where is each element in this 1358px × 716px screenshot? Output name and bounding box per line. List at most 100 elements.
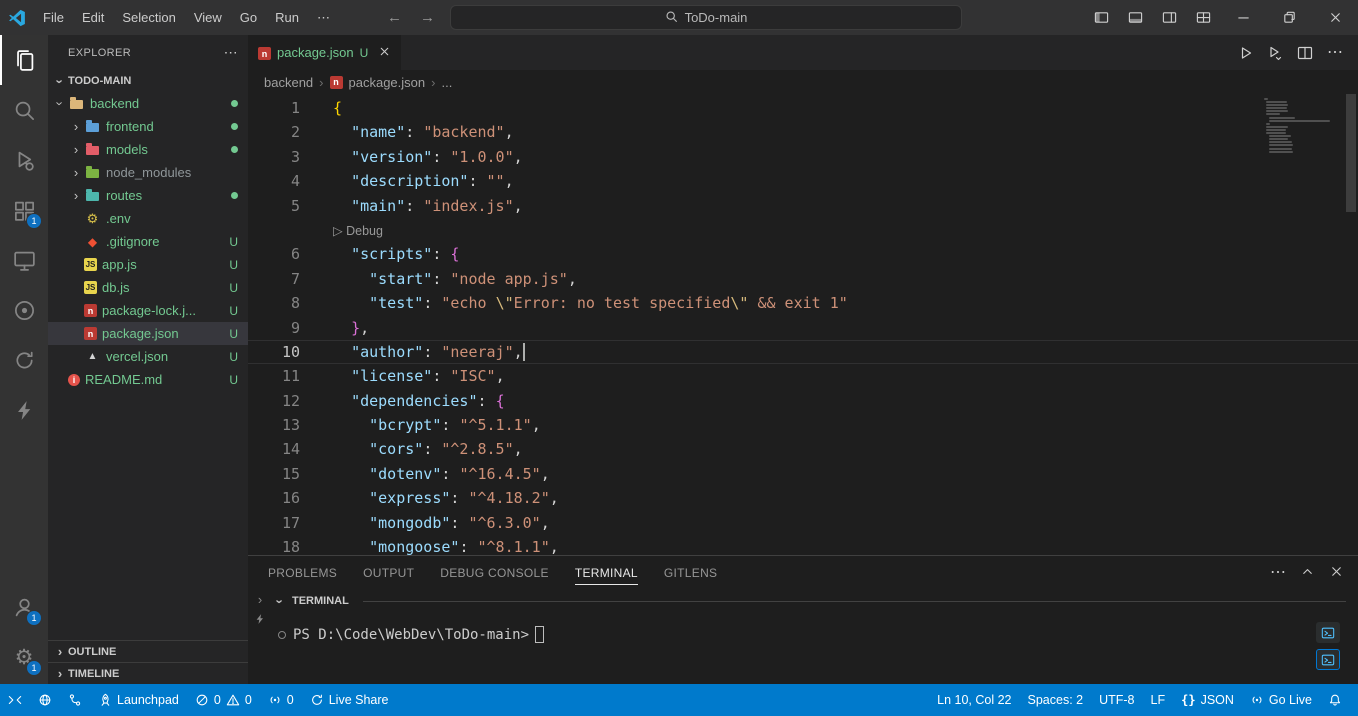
- more-button[interactable]: ⋯: [1322, 40, 1348, 66]
- status-commit-graph[interactable]: [60, 684, 90, 716]
- breadcrumb-item[interactable]: backend: [264, 75, 313, 90]
- explorer-more-actions-icon[interactable]: ⋯: [224, 44, 238, 61]
- line-number[interactable]: 4: [248, 169, 300, 193]
- status-notifications[interactable]: [1320, 684, 1350, 716]
- line-number[interactable]: 5: [248, 194, 300, 218]
- activity-gitlens-button[interactable]: [0, 285, 48, 335]
- panel-tab-output[interactable]: OUTPUT: [363, 562, 414, 584]
- activity-files-button[interactable]: [0, 35, 48, 85]
- activity-run-debug-button[interactable]: [0, 135, 48, 185]
- activity-account-button[interactable]: 1: [0, 582, 48, 632]
- line-number[interactable]: 18: [248, 535, 300, 555]
- tree-item-node_modules[interactable]: › node_modules: [48, 161, 248, 184]
- code-line[interactable]: 6 "scripts": {: [248, 242, 1358, 266]
- terminal-tab-powershell[interactable]: [1316, 622, 1340, 643]
- code-line[interactable]: 5 "main": "index.js",: [248, 194, 1358, 218]
- code-line[interactable]: 8 "test": "echo \"Error: no test specifi…: [248, 291, 1358, 315]
- tab-package-json[interactable]: n package.json U: [248, 35, 402, 70]
- run-or-debug-button[interactable]: [1262, 40, 1288, 66]
- code-line[interactable]: 14 "cors": "^2.8.5",: [248, 437, 1358, 461]
- activity-thunder-client-button[interactable]: [0, 385, 48, 435]
- code-line[interactable]: 3 "version": "1.0.0",: [248, 145, 1358, 169]
- line-number[interactable]: 1: [248, 96, 300, 120]
- status-live-share[interactable]: Live Share: [302, 684, 397, 716]
- section-outline[interactable]: › OUTLINE: [48, 640, 248, 662]
- status-ports[interactable]: 0: [260, 684, 302, 716]
- menu-go[interactable]: Go: [231, 0, 266, 35]
- status-problems[interactable]: 00: [187, 684, 260, 716]
- activity-search-button[interactable]: [0, 85, 48, 135]
- forward-arrow-icon[interactable]: →: [420, 9, 435, 26]
- tree-item-models[interactable]: › models: [48, 138, 248, 161]
- line-number[interactable]: 3: [248, 145, 300, 169]
- code-line[interactable]: 1{: [248, 96, 1358, 120]
- scrollbar-thumb[interactable]: [1346, 94, 1356, 212]
- code-editor[interactable]: 1{2 "name": "backend", 3 "version": "1.0.…: [248, 94, 1358, 555]
- menu-view[interactable]: View: [185, 0, 231, 35]
- terminal-tab-powershell[interactable]: [1316, 649, 1340, 670]
- panel-tab-problems[interactable]: PROBLEMS: [268, 562, 337, 584]
- panel-tab-debug-console[interactable]: DEBUG CONSOLE: [440, 562, 549, 584]
- line-number[interactable]: 2: [248, 120, 300, 144]
- code-line[interactable]: 13 "bcrypt": "^5.1.1",: [248, 413, 1358, 437]
- line-number[interactable]: 14: [248, 437, 300, 461]
- code-line[interactable]: 7 "start": "node app.js",: [248, 267, 1358, 291]
- minimize-button[interactable]: [1220, 0, 1266, 35]
- tree-item-package.json[interactable]: n package.json U: [48, 322, 248, 345]
- code-line[interactable]: 2 "name": "backend",: [248, 120, 1358, 144]
- status-encoding[interactable]: UTF-8: [1091, 684, 1142, 716]
- tree-item-.gitignore[interactable]: ◆ .gitignore U: [48, 230, 248, 253]
- terminal-section-header[interactable]: › TERMINAL: [248, 590, 1358, 612]
- code-line[interactable]: 9 },: [248, 316, 1358, 340]
- line-number[interactable]: 10: [248, 340, 300, 364]
- breadcrumb-item[interactable]: ...: [441, 75, 452, 90]
- code-line[interactable]: 4 "description": "",: [248, 169, 1358, 193]
- layout-sidebar-left-button[interactable]: [1084, 0, 1118, 35]
- line-number[interactable]: 6: [248, 242, 300, 266]
- line-number[interactable]: 7: [248, 267, 300, 291]
- line-number[interactable]: [248, 218, 300, 242]
- line-number[interactable]: 13: [248, 413, 300, 437]
- code-line[interactable]: 18 "mongoose": "^8.1.1",: [248, 535, 1358, 555]
- code-line[interactable]: 15 "dotenv": "^16.4.5",: [248, 462, 1358, 486]
- command-center-search[interactable]: ToDo-main: [450, 5, 962, 30]
- layout-sidebar-right-button[interactable]: [1152, 0, 1186, 35]
- line-number[interactable]: 15: [248, 462, 300, 486]
- status-go-live[interactable]: Go Live: [1242, 684, 1320, 716]
- line-number[interactable]: 11: [248, 364, 300, 388]
- layout-customize-button[interactable]: [1186, 0, 1220, 35]
- activity-settings-button[interactable]: ⚙ 1: [0, 632, 48, 682]
- status-remote-window[interactable]: [0, 684, 30, 716]
- section-timeline[interactable]: › TIMELINE: [48, 662, 248, 684]
- activity-remote-explorer-button[interactable]: [0, 235, 48, 285]
- code-line[interactable]: 17 "mongodb": "^6.3.0",: [248, 511, 1358, 535]
- back-arrow-icon[interactable]: ←: [387, 9, 402, 26]
- project-section-header[interactable]: › TODO-MAIN: [48, 70, 248, 92]
- tree-item-app.js[interactable]: JS app.js U: [48, 253, 248, 276]
- minimap[interactable]: [1264, 98, 1342, 154]
- activity-live-share-button[interactable]: [0, 335, 48, 385]
- status-language-mode[interactable]: {} JSON: [1173, 684, 1242, 716]
- code-line[interactable]: 11 "license": "ISC",: [248, 364, 1358, 388]
- status-indentation[interactable]: Spaces: 2: [1020, 684, 1092, 716]
- status-eol[interactable]: LF: [1143, 684, 1174, 716]
- line-number[interactable]: 8: [248, 291, 300, 315]
- activity-extensions-button[interactable]: 1: [0, 185, 48, 235]
- line-number[interactable]: 9: [248, 316, 300, 340]
- line-number[interactable]: 12: [248, 389, 300, 413]
- code-line[interactable]: 12 "dependencies": {: [248, 389, 1358, 413]
- code-line[interactable]: 16 "express": "^4.18.2",: [248, 486, 1358, 510]
- tree-item-.env[interactable]: ⚙ .env: [48, 207, 248, 230]
- line-number[interactable]: 16: [248, 486, 300, 510]
- layout-panel-button[interactable]: [1118, 0, 1152, 35]
- restore-button[interactable]: [1266, 0, 1312, 35]
- terminal-prompt-line[interactable]: PS D:\Code\WebDev\ToDo-main>: [248, 626, 1358, 643]
- panel-tab-gitlens[interactable]: GITLENS: [664, 562, 717, 584]
- status-launchpad[interactable]: Launchpad: [90, 684, 187, 716]
- tree-item-README.md[interactable]: i README.md U: [48, 368, 248, 391]
- tree-item-backend[interactable]: › backend: [48, 92, 248, 115]
- menu-edit[interactable]: Edit: [73, 0, 113, 35]
- terminal[interactable]: PS D:\Code\WebDev\ToDo-main>: [248, 612, 1358, 684]
- breadcrumb-item[interactable]: package.json: [349, 75, 426, 90]
- split-editor-button[interactable]: [1292, 40, 1318, 66]
